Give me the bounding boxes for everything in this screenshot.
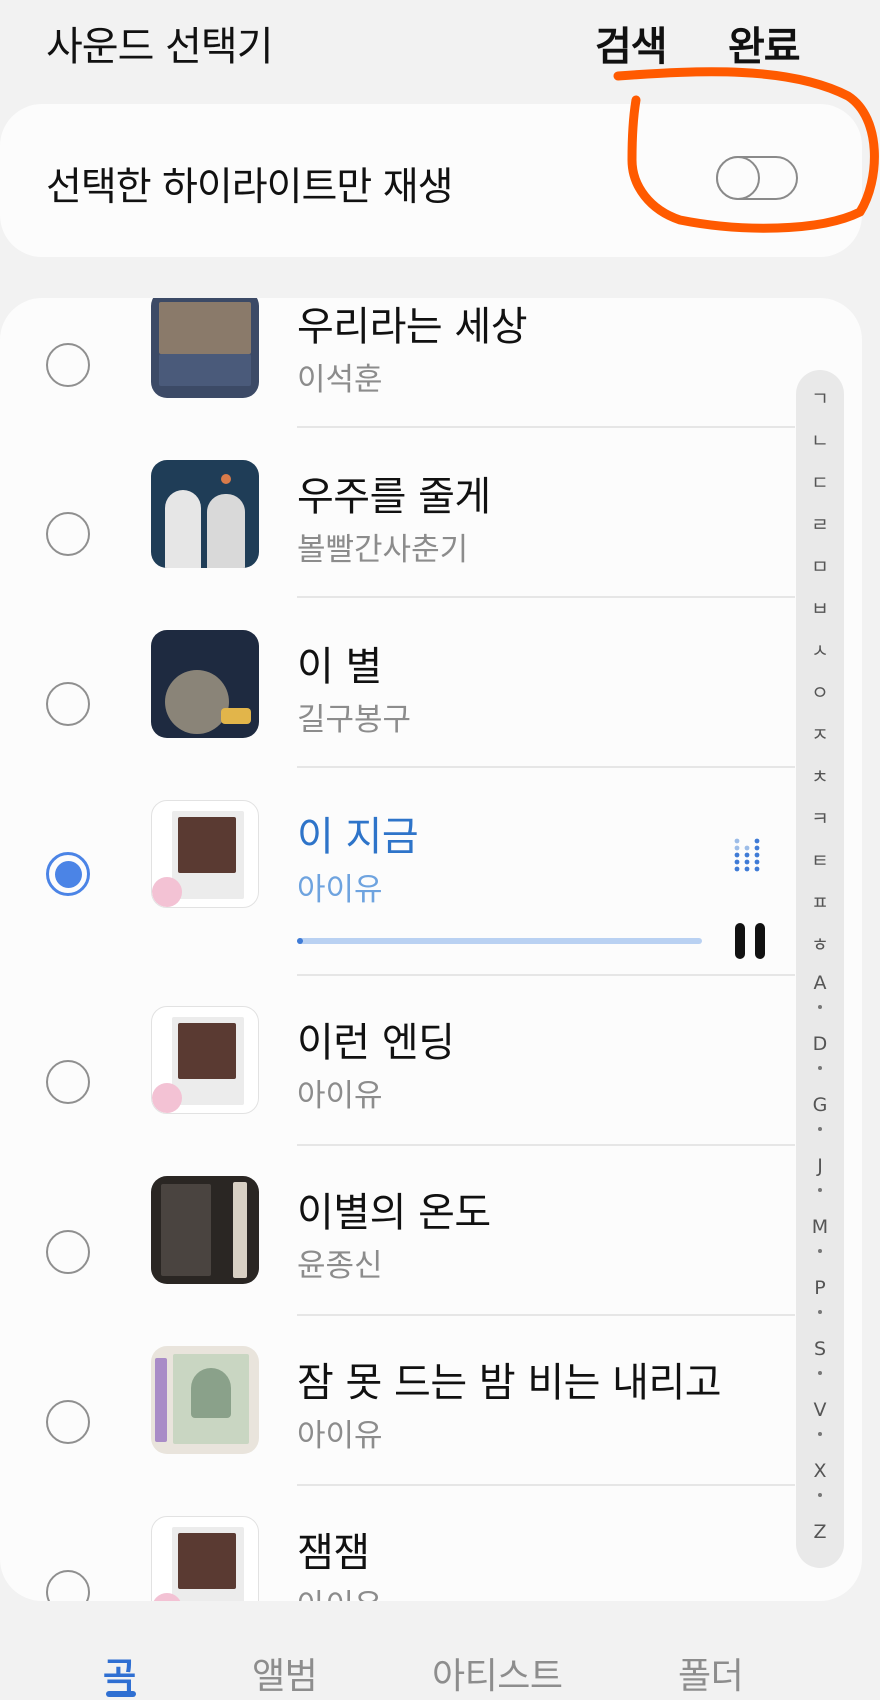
song-artist: 아이유 bbox=[297, 1580, 383, 1601]
playback-progress-fill bbox=[297, 938, 303, 944]
toggle-knob bbox=[716, 156, 760, 200]
album-art-image bbox=[151, 460, 259, 568]
song-row[interactable]: 우주를 줄게 볼빨간사춘기 bbox=[0, 428, 800, 598]
index-separator-dot bbox=[818, 1249, 822, 1253]
song-title: 이 별 bbox=[297, 644, 382, 690]
song-title: 잼잼 bbox=[297, 1530, 370, 1576]
index-letter[interactable]: M bbox=[796, 1216, 844, 1238]
highlight-setting-card: 선택한 하이라이트만 재생 bbox=[0, 104, 862, 257]
index-separator-dot bbox=[818, 1432, 822, 1436]
index-letter[interactable]: S bbox=[796, 1338, 844, 1360]
tab-albums[interactable]: 앨범 bbox=[252, 1647, 318, 1699]
index-letter[interactable]: X bbox=[796, 1460, 844, 1482]
index-separator-dot bbox=[818, 1310, 822, 1314]
index-separator-dot bbox=[818, 1371, 822, 1375]
page-title: 사운드 선택기 bbox=[46, 24, 274, 70]
song-artist: 길구봉구 bbox=[297, 702, 412, 738]
alphabet-index-scrollbar[interactable]: ㄱㄴㄷㄹㅁㅂㅅㅇㅈㅊㅋㅌㅍㅎA D G J M P S V X Z bbox=[796, 370, 844, 1568]
tab-active-indicator bbox=[106, 1691, 136, 1697]
song-title: 이별의 온도 bbox=[297, 1190, 491, 1236]
index-letter[interactable]: ㅍ bbox=[796, 888, 844, 915]
search-button[interactable]: 검색 bbox=[595, 14, 668, 72]
song-title: 우리라는 세상 bbox=[297, 304, 528, 350]
song-row[interactable]: 이별의 온도 윤종신 bbox=[0, 1146, 800, 1316]
index-letter[interactable]: ㅅ bbox=[796, 636, 844, 663]
index-letter[interactable]: J bbox=[796, 1155, 844, 1177]
index-letter[interactable]: ㅈ bbox=[796, 720, 844, 747]
song-artist: 아이유 bbox=[297, 1078, 383, 1114]
index-letter[interactable]: ㅂ bbox=[796, 594, 844, 621]
index-separator-dot bbox=[818, 1493, 822, 1497]
album-art-image bbox=[151, 800, 259, 908]
index-letter[interactable]: D bbox=[796, 1033, 844, 1055]
index-separator-dot bbox=[818, 1127, 822, 1131]
song-radio[interactable] bbox=[46, 1400, 90, 1444]
song-title: 이런 엔딩 bbox=[297, 1020, 455, 1066]
index-letter[interactable]: A bbox=[796, 972, 844, 994]
index-letter[interactable]: ㄴ bbox=[796, 426, 844, 453]
index-letter[interactable]: ㅇ bbox=[796, 678, 844, 705]
index-letter[interactable]: ㄷ bbox=[796, 468, 844, 495]
index-letter[interactable]: Z bbox=[796, 1521, 844, 1543]
album-art-image bbox=[151, 630, 259, 738]
pause-icon[interactable] bbox=[734, 922, 766, 960]
highlight-only-toggle[interactable] bbox=[716, 156, 798, 200]
playback-progress-bar[interactable] bbox=[297, 938, 702, 944]
song-title: 잠 못 드는 밤 비는 내리고 bbox=[297, 1360, 722, 1406]
song-list[interactable]: 우리라는 세상 이석훈 우주를 줄게 볼빨간사춘기 이 별 길구봉구 이 지금 … bbox=[0, 298, 862, 1601]
song-radio[interactable] bbox=[46, 1230, 90, 1274]
album-art-image bbox=[151, 298, 259, 398]
song-artist: 아이유 bbox=[297, 1418, 383, 1454]
tab-artists[interactable]: 아티스트 bbox=[432, 1647, 563, 1699]
index-letter[interactable]: G bbox=[796, 1094, 844, 1116]
index-letter[interactable]: ㅁ bbox=[796, 552, 844, 579]
index-letter[interactable]: ㄹ bbox=[796, 510, 844, 537]
index-letter[interactable]: ㅌ bbox=[796, 846, 844, 873]
song-radio-selected[interactable] bbox=[46, 852, 90, 896]
index-letter[interactable]: V bbox=[796, 1399, 844, 1421]
highlight-only-label: 선택한 하이라이트만 재생 bbox=[46, 165, 453, 210]
index-letter[interactable]: ㅊ bbox=[796, 762, 844, 789]
song-artist: 이석훈 bbox=[297, 362, 383, 398]
song-radio[interactable] bbox=[46, 1570, 90, 1601]
done-button[interactable]: 완료 bbox=[728, 14, 801, 72]
index-letter[interactable]: ㄱ bbox=[796, 384, 844, 411]
equalizer-icon bbox=[734, 838, 760, 872]
song-title: 이 지금 bbox=[297, 814, 419, 860]
index-letter[interactable]: ㅋ bbox=[796, 804, 844, 831]
album-art-image bbox=[151, 1346, 259, 1454]
index-letter[interactable]: P bbox=[796, 1277, 844, 1299]
song-row[interactable]: 잼잼 아이유 bbox=[0, 1486, 800, 1601]
song-row[interactable]: 우리라는 세상 이석훈 bbox=[0, 298, 800, 428]
index-separator-dot bbox=[818, 1066, 822, 1070]
song-radio[interactable] bbox=[46, 343, 90, 387]
index-separator-dot bbox=[818, 1005, 822, 1009]
song-artist: 아이유 bbox=[297, 872, 383, 908]
bottom-tab-bar: 곡 앨범 아티스트 폴더 bbox=[0, 1615, 880, 1700]
header-bar: 사운드 선택기 검색 완료 bbox=[0, 0, 880, 95]
song-row[interactable]: 잠 못 드는 밤 비는 내리고 아이유 bbox=[0, 1316, 800, 1486]
index-separator-dot bbox=[818, 1188, 822, 1192]
song-row[interactable]: 이 별 길구봉구 bbox=[0, 598, 800, 768]
song-row-playing[interactable]: 이 지금 아이유 bbox=[0, 768, 800, 976]
album-art-image bbox=[151, 1176, 259, 1284]
song-title: 우주를 줄게 bbox=[297, 474, 491, 520]
song-row[interactable]: 이런 엔딩 아이유 bbox=[0, 976, 800, 1146]
song-radio[interactable] bbox=[46, 1060, 90, 1104]
album-art-image bbox=[151, 1516, 259, 1601]
index-letter[interactable]: ㅎ bbox=[796, 930, 844, 957]
album-art-image bbox=[151, 1006, 259, 1114]
tab-folders[interactable]: 폴더 bbox=[678, 1647, 744, 1699]
song-artist: 윤종신 bbox=[297, 1248, 383, 1284]
song-radio[interactable] bbox=[46, 682, 90, 726]
song-radio[interactable] bbox=[46, 512, 90, 556]
song-artist: 볼빨간사춘기 bbox=[297, 532, 469, 568]
